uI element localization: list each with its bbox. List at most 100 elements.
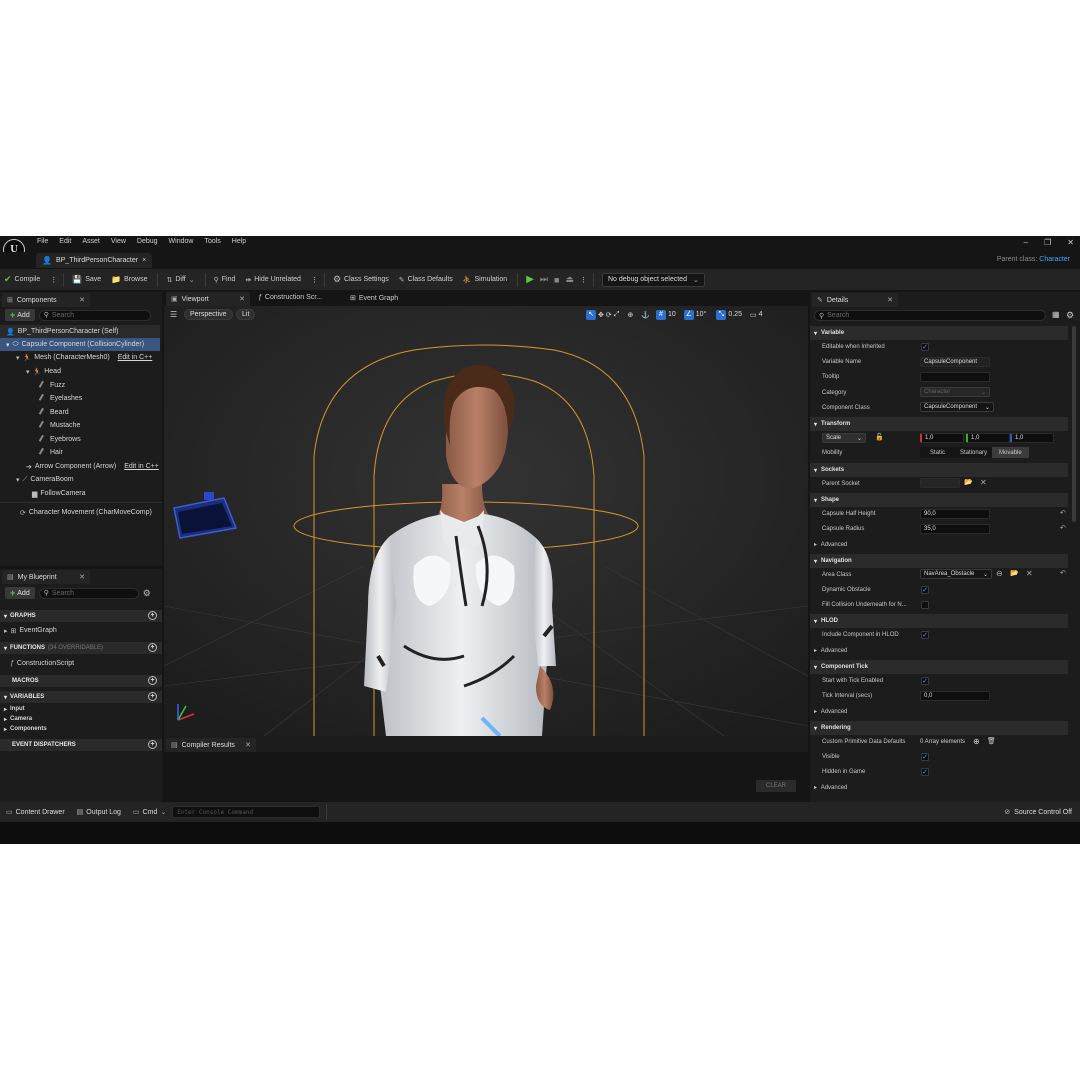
construction-script-tab[interactable]: ƒ Construction Scr... (258, 294, 322, 301)
surface-snap-icon[interactable]: ⚓ (641, 311, 650, 319)
class-defaults-button[interactable]: ✎ Class Defaults (399, 271, 453, 288)
hidden-in-game-checkbox[interactable]: ✓ (921, 768, 929, 776)
close-icon[interactable]: ✕ (79, 296, 85, 304)
menu-window[interactable]: Window (169, 238, 194, 245)
gear-icon[interactable]: ⚙ (1066, 310, 1074, 321)
compiler-results-tab[interactable]: ▤ Compiler Results ✕ (166, 738, 256, 752)
capsule-radius-input[interactable]: 35,0 (920, 524, 990, 534)
tree-item-hair[interactable]: Hair (38, 446, 63, 459)
parent-socket-input[interactable] (920, 478, 960, 488)
tree-item-charmove[interactable]: ⟳ Character Movement (CharMoveComp) (20, 506, 152, 519)
event-graph-tab[interactable]: ⊞ Event Graph (350, 294, 398, 303)
tree-item-mesh[interactable]: ▾ 🏃 Mesh (CharacterMesh0) Edit in C++ (16, 351, 152, 364)
play-icon[interactable]: ▶ (526, 274, 534, 285)
edit-in-cpp-link[interactable]: Edit in C++ (124, 463, 159, 470)
cmd-select[interactable]: ▭ Cmd ⌄ (127, 808, 172, 817)
mobility-movable[interactable]: Movable (992, 447, 1029, 458)
transform-section[interactable]: ▾ Transform (810, 417, 1068, 431)
event-graph-item[interactable]: ▸ ⊞ EventGraph (4, 624, 57, 637)
variables-header[interactable]: ▾ VARIABLES + (0, 691, 162, 703)
reset-arrow-icon[interactable]: ↶ (1060, 509, 1066, 517)
save-button[interactable]: 💾 Save (72, 271, 101, 288)
step-icon[interactable]: ⏭ (540, 274, 548, 285)
menu-tools[interactable]: Tools (204, 238, 220, 245)
grid-snap-icon[interactable]: # (655, 309, 666, 320)
close-icon[interactable]: ✕ (887, 296, 893, 304)
simulation-button[interactable]: ⛹ Simulation (463, 271, 507, 288)
output-log-button[interactable]: ▤ Output Log (71, 808, 127, 817)
minimize-button[interactable]: – (1024, 238, 1028, 247)
start-tick-checkbox[interactable]: ✓ (921, 677, 929, 685)
construction-script-item[interactable]: ƒ ConstructionScript (10, 657, 74, 670)
trash-icon[interactable]: 🗑 (987, 737, 996, 745)
scale-snap-icon[interactable]: ⤡ (716, 309, 727, 320)
tree-item-head[interactable]: ▾ 🏃 Head (26, 365, 61, 378)
tooltip-input[interactable] (920, 372, 990, 382)
hlod-section[interactable]: ▾ HLOD (810, 614, 1068, 628)
viewport-tab[interactable]: ▣ Viewport ✕ (166, 292, 250, 306)
add-blueprint-item-button[interactable]: + Add (5, 587, 35, 599)
add-component-button[interactable]: + Add (5, 309, 35, 321)
tick-interval-input[interactable]: 0,0 (920, 691, 990, 701)
perspective-button[interactable]: Perspective (184, 309, 233, 320)
my-blueprint-tab[interactable]: ▤ My Blueprint ✕ (2, 570, 90, 584)
variable-category-camera[interactable]: ▸ Camera (4, 714, 32, 724)
use-selected-icon[interactable]: ⊖ (996, 569, 1003, 578)
find-button[interactable]: ⚲ Find (214, 271, 236, 288)
select-mode-icon[interactable]: ↖ (586, 309, 596, 320)
tree-item-eyebrows[interactable]: Eyebrows (38, 433, 81, 446)
rendering-advanced-toggle[interactable]: ▸ Advanced (814, 784, 847, 791)
browse-button[interactable]: 📁 Browse (111, 271, 147, 288)
tree-item-arrow[interactable]: ➔ Arrow Component (Arrow) Edit in C++ (26, 460, 159, 473)
scale-x-input[interactable]: 1,0 (920, 433, 964, 443)
tree-item-eyelashes[interactable]: Eyelashes (38, 392, 82, 405)
parent-class-link[interactable]: Character (1039, 256, 1070, 263)
tree-item-beard[interactable]: Beard (38, 406, 69, 419)
close-icon[interactable]: ✕ (239, 295, 245, 303)
add-graph-icon[interactable]: + (148, 611, 157, 620)
visible-checkbox[interactable]: ✓ (921, 753, 929, 761)
menu-asset[interactable]: Asset (82, 238, 100, 245)
tick-advanced-toggle[interactable]: ▸ Advanced (814, 708, 847, 715)
scale-mode-select[interactable]: Scale ⌄ (822, 433, 866, 443)
graphs-header[interactable]: ▾ GRAPHS + (0, 610, 162, 622)
mobility-static[interactable]: Static (920, 450, 955, 456)
add-element-icon[interactable]: ⊕ (973, 737, 980, 746)
property-matrix-icon[interactable]: ▦ (1052, 310, 1060, 319)
viewport[interactable]: ☰ Perspective Lit ↖ ✥ ⟳ ⤢ ⊕ ⚓ # 10 ∠ 10°… (164, 306, 808, 736)
components-tab[interactable]: ⊞ Components ✕ (2, 293, 90, 307)
tree-item-capsule[interactable]: ▾ ⬭ Capsule Component (CollisionCylinder… (0, 338, 160, 351)
variable-name-input[interactable]: CapsuleComponent (920, 357, 990, 367)
scale-z-input[interactable]: 1,0 (1010, 433, 1054, 443)
dynamic-obstacle-checkbox[interactable]: ✓ (921, 586, 929, 594)
tree-item-cameraboom[interactable]: ▾ ⟋ CameraBoom (16, 473, 74, 486)
add-event-dispatcher-icon[interactable]: + (148, 740, 157, 749)
translate-icon[interactable]: ✥ (598, 311, 604, 319)
component-tick-section[interactable]: ▾ Component Tick (810, 660, 1068, 674)
grid-snap-value[interactable]: 10 (668, 311, 676, 318)
rendering-section[interactable]: ▾ Rendering (810, 721, 1068, 735)
document-tab[interactable]: 👤 BP_ThirdPersonCharacter × (36, 253, 153, 268)
scale-icon[interactable]: ⤢ (614, 311, 620, 319)
navigation-section[interactable]: ▾ Navigation (810, 554, 1068, 568)
hide-unrelated-button[interactable]: ⇹ Hide Unrelated (245, 271, 301, 288)
edit-in-cpp-link[interactable]: Edit in C++ (118, 354, 153, 361)
source-control-button[interactable]: ⊘ Source Control Off (996, 808, 1080, 817)
rotate-icon[interactable]: ⟳ (606, 311, 612, 319)
clear-icon[interactable]: ✕ (1026, 569, 1033, 578)
content-drawer-button[interactable]: ▭ Content Drawer (0, 808, 71, 817)
fill-collision-checkbox[interactable] (921, 601, 929, 609)
world-local-icon[interactable]: ⊕ (627, 311, 633, 319)
console-command-input[interactable]: Enter Console Command (172, 806, 321, 818)
clear-button[interactable]: CLEAR (756, 780, 797, 792)
eject-icon[interactable]: ⏏ (565, 274, 574, 285)
tree-item-fuzz[interactable]: Fuzz (38, 379, 65, 392)
mobility-stationary[interactable]: Stationary (955, 450, 992, 456)
menu-help[interactable]: Help (232, 238, 246, 245)
menu-edit[interactable]: Edit (59, 238, 71, 245)
event-dispatchers-header[interactable]: EVENT DISPATCHERS + (0, 739, 162, 751)
details-scrollbar[interactable] (1072, 326, 1076, 522)
camera-speed-icon[interactable]: ▭ (750, 311, 757, 319)
close-icon[interactable]: ✕ (245, 741, 251, 749)
restore-button[interactable]: ❐ (1044, 238, 1051, 247)
